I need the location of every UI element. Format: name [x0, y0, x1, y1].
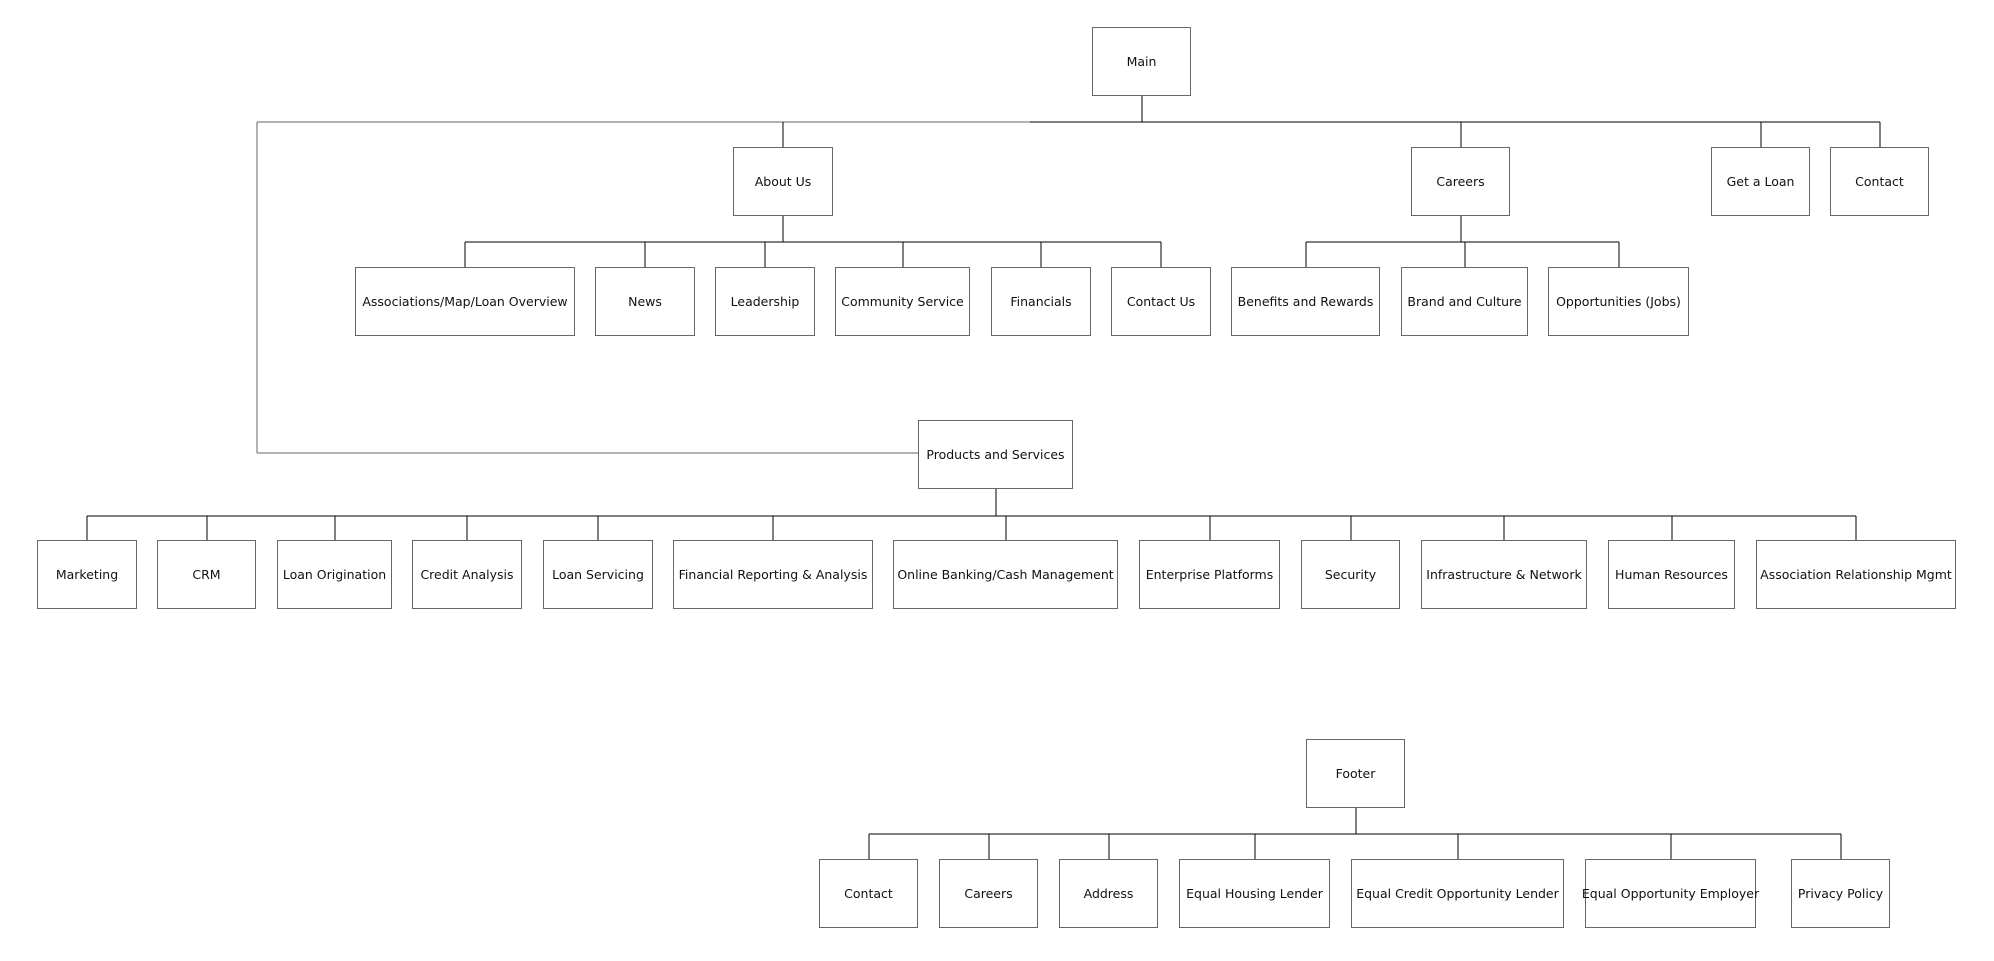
node-footer[interactable]: Footer	[1306, 739, 1405, 808]
node-privacy-policy[interactable]: Privacy Policy	[1791, 859, 1890, 928]
node-footer-careers[interactable]: Careers	[939, 859, 1038, 928]
node-brand-and-culture[interactable]: Brand and Culture	[1401, 267, 1528, 336]
node-contact[interactable]: Contact	[1830, 147, 1929, 216]
node-enterprise-platforms[interactable]: Enterprise Platforms	[1139, 540, 1280, 609]
node-marketing[interactable]: Marketing	[37, 540, 137, 609]
node-contact-us[interactable]: Contact Us	[1111, 267, 1211, 336]
node-associations-map-loan-overview[interactable]: Associations/Map/Loan Overview	[355, 267, 575, 336]
node-benefits-and-rewards[interactable]: Benefits and Rewards	[1231, 267, 1380, 336]
node-careers[interactable]: Careers	[1411, 147, 1510, 216]
node-financial-reporting-analysis[interactable]: Financial Reporting & Analysis	[673, 540, 873, 609]
node-leadership[interactable]: Leadership	[715, 267, 815, 336]
node-get-a-loan[interactable]: Get a Loan	[1711, 147, 1810, 216]
node-human-resources[interactable]: Human Resources	[1608, 540, 1735, 609]
node-main[interactable]: Main	[1092, 27, 1191, 96]
node-equal-opportunity-employer[interactable]: Equal Opportunity Employer	[1582, 859, 1759, 928]
node-opportunities-jobs[interactable]: Opportunities (Jobs)	[1548, 267, 1689, 336]
node-news[interactable]: News	[595, 267, 695, 336]
node-association-relationship-mgmt[interactable]: Association Relationship Mgmt	[1756, 540, 1956, 609]
node-loan-servicing[interactable]: Loan Servicing	[543, 540, 653, 609]
node-online-banking-cash-management[interactable]: Online Banking/Cash Management	[893, 540, 1118, 609]
node-equal-housing-lender[interactable]: Equal Housing Lender	[1179, 859, 1330, 928]
node-loan-origination[interactable]: Loan Origination	[277, 540, 392, 609]
node-footer-address[interactable]: Address	[1059, 859, 1158, 928]
node-infrastructure-network[interactable]: Infrastructure & Network	[1421, 540, 1587, 609]
node-footer-contact[interactable]: Contact	[819, 859, 918, 928]
sitemap-diagram: Main About Us Careers Get a Loan Contact…	[0, 0, 1994, 961]
node-community-service[interactable]: Community Service	[835, 267, 970, 336]
node-about-us[interactable]: About Us	[733, 147, 833, 216]
node-financials[interactable]: Financials	[991, 267, 1091, 336]
node-equal-credit-opportunity-lender[interactable]: Equal Credit Opportunity Lender	[1351, 859, 1564, 928]
node-credit-analysis[interactable]: Credit Analysis	[412, 540, 522, 609]
node-products-and-services[interactable]: Products and Services	[918, 420, 1073, 489]
node-crm[interactable]: CRM	[157, 540, 256, 609]
node-security[interactable]: Security	[1301, 540, 1400, 609]
